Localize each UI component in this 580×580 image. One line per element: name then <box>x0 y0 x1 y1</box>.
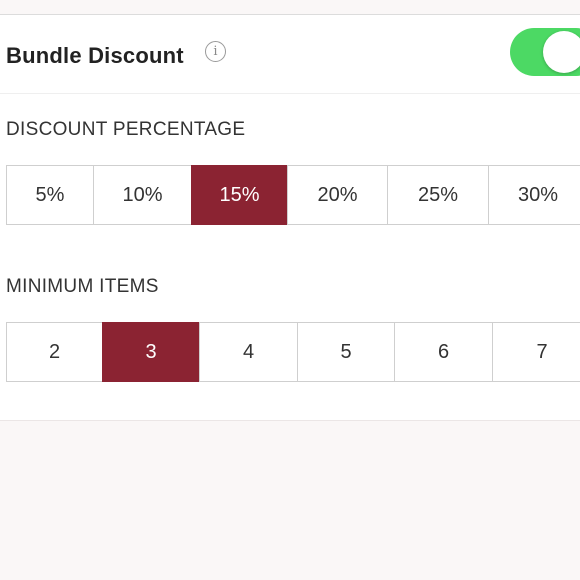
bundle-discount-toggle[interactable] <box>510 28 580 76</box>
discount-option-15[interactable]: 15% <box>191 165 288 225</box>
discount-percentage-label: DISCOUNT PERCENTAGE <box>6 119 246 140</box>
minimum-items-selector: 2 3 4 5 6 7 <box>6 322 580 382</box>
discount-option-25[interactable]: 25% <box>387 165 489 225</box>
minimum-option-4[interactable]: 4 <box>199 322 298 382</box>
discount-percentage-selector: 5% 10% 15% 20% 25% 30% <box>6 165 580 225</box>
minimum-option-6[interactable]: 6 <box>394 322 493 382</box>
minimum-option-2[interactable]: 2 <box>6 322 103 382</box>
discount-option-20[interactable]: 20% <box>287 165 388 225</box>
discount-option-5[interactable]: 5% <box>6 165 94 225</box>
top-strip <box>0 0 580 15</box>
bundle-discount-title: Bundle Discount <box>6 43 184 68</box>
toggle-knob <box>543 31 580 73</box>
discount-option-30[interactable]: 30% <box>488 165 580 225</box>
minimum-items-label: MINIMUM ITEMS <box>6 276 159 297</box>
discount-option-10[interactable]: 10% <box>93 165 192 225</box>
minimum-option-3[interactable]: 3 <box>102 322 200 382</box>
bundle-discount-row: Bundle Discount i <box>0 15 580 94</box>
minimum-option-7[interactable]: 7 <box>492 322 580 382</box>
settings-panel: Bundle Discount i DISCOUNT PERCENTAGE 5%… <box>0 15 580 421</box>
info-icon[interactable]: i <box>205 41 226 62</box>
minimum-option-5[interactable]: 5 <box>297 322 395 382</box>
